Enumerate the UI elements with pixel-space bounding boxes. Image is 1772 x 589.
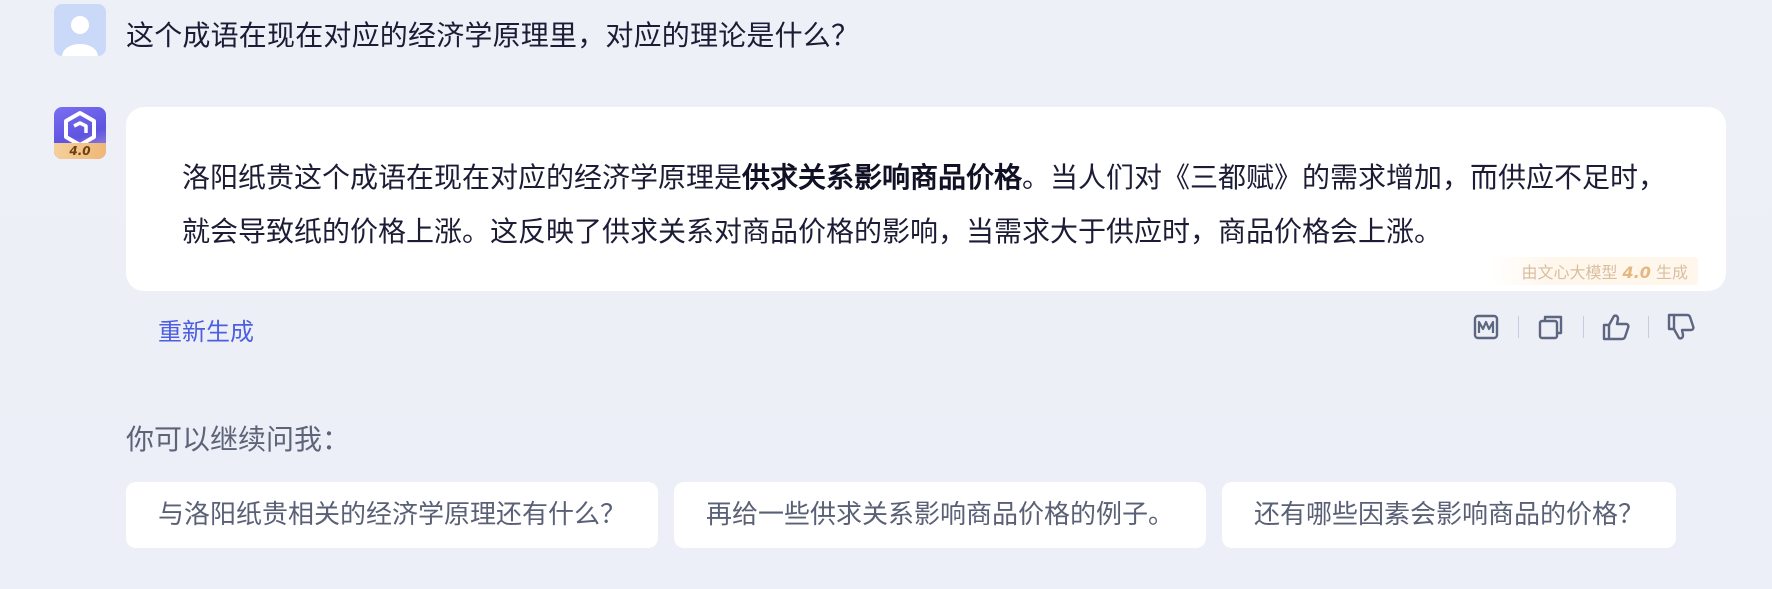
answer-card: 洛阳纸贵这个成语在现在对应的经济学原理是供求关系影响商品价格。当人们对《三都赋》…: [126, 107, 1726, 291]
copy-button[interactable]: [1531, 307, 1571, 347]
thumbs-up-button[interactable]: [1596, 307, 1636, 347]
regenerate-button[interactable]: 重新生成: [158, 312, 254, 347]
thumbs-up-icon: [1602, 314, 1630, 341]
gen-tag-post: 生成: [1655, 263, 1688, 282]
suggestion-chip[interactable]: 还有哪些因素会影响商品的价格？: [1222, 482, 1676, 548]
answer-actions: [1466, 307, 1701, 347]
share-image-icon: [1473, 314, 1499, 340]
wenxin-logo-icon: [64, 111, 96, 147]
user-silhouette-icon: [62, 16, 98, 56]
followup-label: 你可以继续问我：: [126, 423, 351, 456]
gen-tag-pre: 由文心大模型: [1521, 263, 1618, 282]
generated-by-tag: 由文心大模型 4.0 生成: [1491, 257, 1698, 285]
answer-text: 洛阳纸贵这个成语在现在对应的经济学原理是供求关系影响商品价格。当人们对《三都赋》…: [182, 151, 1682, 259]
suggestion-chip[interactable]: 与洛阳纸贵相关的经济学原理还有什么？: [126, 482, 658, 548]
action-divider: [1648, 316, 1649, 338]
thumbs-down-button[interactable]: [1661, 307, 1701, 347]
answer-prefix: 洛阳纸贵这个成语在现在对应的经济学原理是: [182, 161, 743, 194]
thumbs-down-icon: [1667, 313, 1695, 340]
action-divider: [1518, 316, 1519, 338]
gen-tag-version: 4.0: [1622, 263, 1651, 282]
answer-highlight: 供求关系影响商品价格: [742, 161, 1023, 194]
user-avatar: [54, 4, 106, 56]
copy-icon: [1538, 315, 1563, 340]
suggestion-chip[interactable]: 再给一些供求关系影响商品价格的例子。: [674, 482, 1206, 548]
user-question-text: 这个成语在现在对应的经济学原理里，对应的理论是什么？: [126, 19, 860, 52]
action-divider: [1583, 316, 1584, 338]
user-message-row: 这个成语在现在对应的经济学原理里，对应的理论是什么？: [54, 4, 859, 56]
bot-avatar: 4.0: [54, 107, 106, 159]
model-version-badge: 4.0: [54, 143, 106, 159]
share-image-button[interactable]: [1466, 307, 1506, 347]
